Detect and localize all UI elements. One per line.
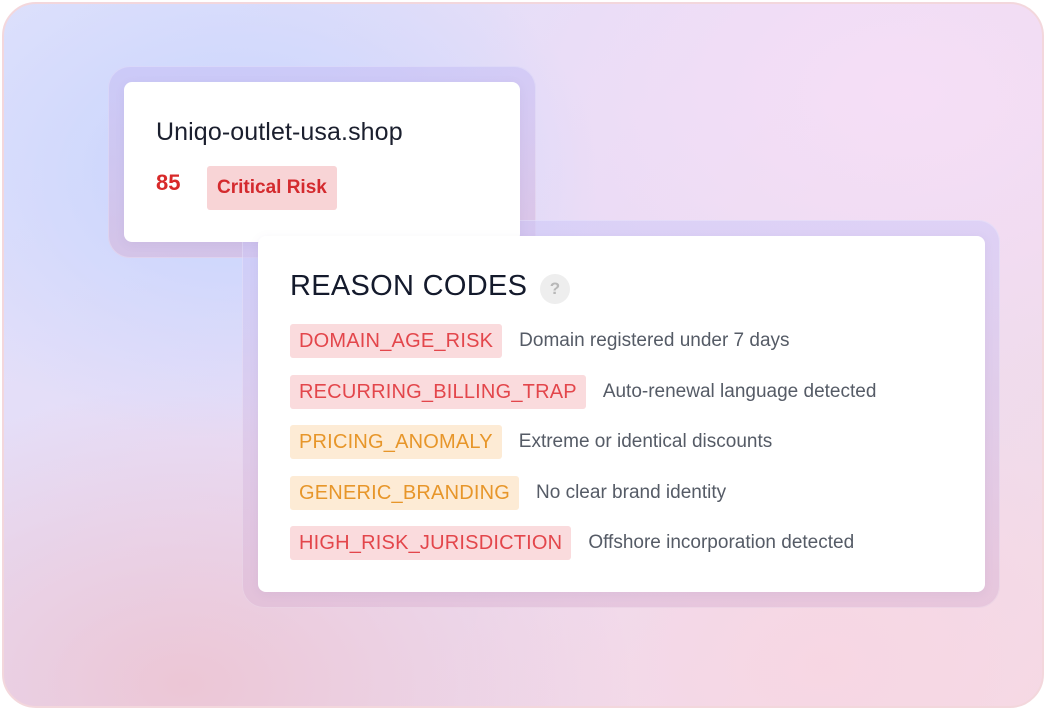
reason-code-row: HIGH_RISK_JURISDICTION Offshore incorpor… [290, 526, 876, 560]
reason-code-description: Auto-renewal language detected [602, 380, 877, 402]
reason-code-description: No clear brand identity [536, 481, 727, 503]
reason-code-tag: PRICING_ANOMALY [290, 425, 502, 459]
reason-code-tag: HIGH_RISK_JURISDICTION [290, 526, 572, 560]
reason-codes-title: REASON CODES [290, 270, 528, 302]
reason-code-tag: DOMAIN_AGE_RISK [290, 324, 503, 358]
reason-code-description: Extreme or identical discounts [518, 431, 773, 452]
reason-code-row: GENERIC_BRANDING No clear brand identity [290, 475, 876, 510]
help-icon[interactable]: ? [540, 274, 570, 304]
reason-code-tag: RECURRING_BILLING_TRAP [290, 374, 586, 409]
reason-codes-card: REASON CODES ? DOMAIN_AGE_RISK Domain re… [258, 236, 985, 592]
reason-code-row: PRICING_ANOMALY Extreme or identical dis… [290, 425, 876, 459]
critical-risk-badge: Critical Risk [207, 166, 337, 210]
reason-code-description: Domain registered under 7 days [519, 330, 790, 351]
domain-name: Uniqo-outlet-usa.shop [156, 118, 403, 146]
domain-risk-card: Uniqo-outlet-usa.shop 85 Critical Risk [124, 82, 520, 242]
reason-code-description: Offshore incorporation detected [588, 532, 855, 553]
risk-score: 85 [156, 170, 181, 195]
reason-code-list: DOMAIN_AGE_RISK Domain registered under … [290, 324, 876, 577]
reason-code-row: DOMAIN_AGE_RISK Domain registered under … [290, 324, 876, 358]
reason-code-row: RECURRING_BILLING_TRAP Auto-renewal lang… [290, 374, 877, 409]
reason-code-tag: GENERIC_BRANDING [290, 475, 520, 510]
